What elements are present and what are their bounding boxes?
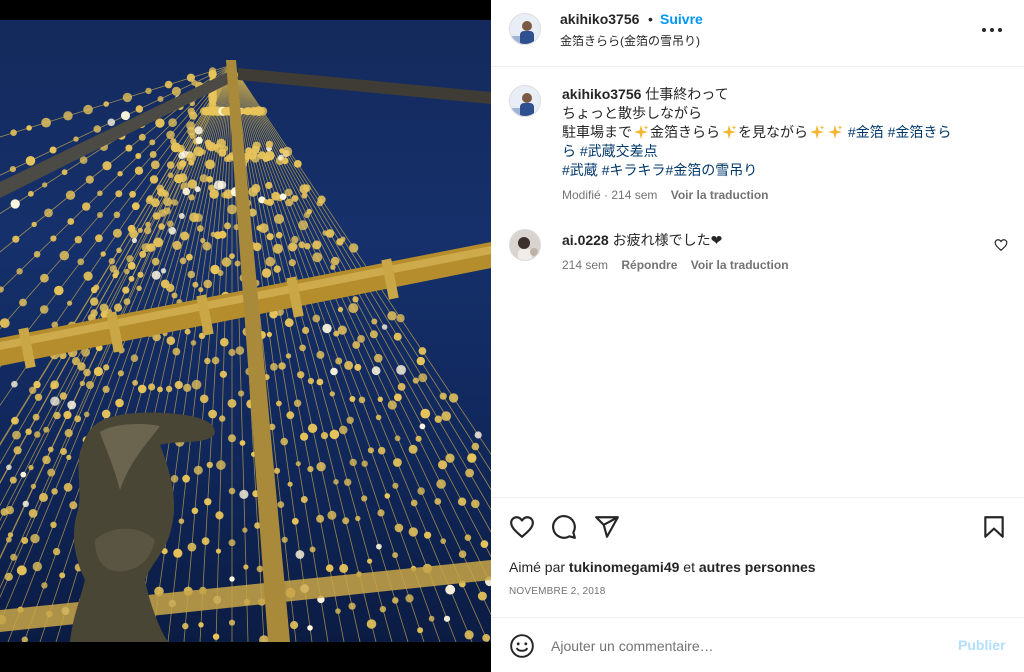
hashtag-link[interactable]: #金箔 <box>848 124 884 140</box>
post-details-panel: akihiko3756 • Suivre 金箔きらら(金箔の雪吊り) akihi… <box>491 0 1024 672</box>
bookmark-icon[interactable] <box>981 514 1007 540</box>
caption-meta: Modifié · 214 sem Voir la traduction <box>562 188 769 202</box>
post-header: akihiko3756 • Suivre 金箔きらら(金箔の雪吊り) <box>491 0 1024 67</box>
hashtag-link[interactable]: #金箔の雪吊り <box>665 162 757 178</box>
sparkles-emoji <box>634 125 649 139</box>
post-actions: Aimé par tukinomegami49 et autres person… <box>491 497 1024 617</box>
comment-input[interactable] <box>551 635 941 657</box>
likes-summary: Aimé par tukinomegami49 et autres person… <box>509 559 816 575</box>
sparkles-emoji <box>722 125 737 139</box>
edited-timestamp: Modifié · 214 sem <box>562 188 658 202</box>
caption-author-avatar[interactable] <box>509 85 541 117</box>
post-caption: akihiko3756 仕事終わって ちょっと散歩しながら 駐車場まで 金箔きらら… <box>562 85 1002 180</box>
caption-text: 金箔きらら <box>650 124 720 140</box>
hashtag-link[interactable]: #キラキラ <box>602 162 666 178</box>
caption-text: を見ながら <box>738 124 808 140</box>
caption-text: ちょっと散歩しながら <box>562 105 702 121</box>
caption-author-username[interactable]: akihiko3756 <box>562 86 641 102</box>
post-location[interactable]: 金箔きらら(金箔の雪吊り) <box>560 32 700 49</box>
instagram-post-modal: akihiko3756 • Suivre 金箔きらら(金箔の雪吊り) akihi… <box>0 0 1024 672</box>
heart-icon[interactable] <box>509 514 535 540</box>
hashtag-link[interactable]: ら <box>562 143 576 159</box>
commenter-username[interactable]: ai.0228 <box>562 232 609 248</box>
comment-like-heart-icon[interactable] <box>994 238 1008 252</box>
hashtag-link[interactable]: #金箔きら <box>888 124 952 140</box>
reply-link[interactable]: Répondre <box>621 258 677 272</box>
paper-plane-icon[interactable] <box>594 514 620 540</box>
publish-button[interactable]: Publier <box>958 637 1005 653</box>
caption-text: 仕事終わって <box>645 86 729 102</box>
commenter-avatar[interactable] <box>509 229 541 261</box>
likes-others-link[interactable]: autres personnes <box>699 559 816 575</box>
sparkles-emoji <box>828 125 843 139</box>
more-options-icon[interactable] <box>982 22 1006 38</box>
hashtag-link[interactable]: #武蔵 <box>562 162 598 178</box>
comment-meta: 214 sem Répondre Voir la traduction <box>562 258 799 272</box>
golden-leaf-snow-rope-photo <box>0 60 491 642</box>
emoji-icon[interactable] <box>509 633 535 659</box>
author-username[interactable]: akihiko3756 <box>560 11 639 27</box>
comment-text: お疲れ様でした❤ <box>612 232 723 248</box>
post-photo[interactable] <box>0 20 491 642</box>
likes-prefix: Aimé par <box>509 559 566 575</box>
see-translation-link[interactable]: Voir la traduction <box>691 258 789 272</box>
liker-username[interactable]: tukinomegami49 <box>569 559 679 575</box>
hashtag-link[interactable]: #武蔵交差点 <box>580 143 658 159</box>
comment-composer: Publier <box>491 617 1024 672</box>
caption-text: 駐車場まで <box>562 124 632 140</box>
follow-button[interactable]: Suivre <box>660 11 703 27</box>
comment: ai.0228 お疲れ様でした❤ <box>562 230 722 250</box>
separator-dot: • <box>648 11 653 27</box>
comment-age: 214 sem <box>562 258 609 272</box>
likes-suffix: et <box>683 559 695 575</box>
post-date[interactable]: NOVEMBRE 2, 2018 <box>509 586 606 597</box>
see-translation-link[interactable]: Voir la traduction <box>671 188 769 202</box>
sparkles-emoji <box>810 125 825 139</box>
comment-icon[interactable] <box>551 514 577 540</box>
author-avatar[interactable] <box>509 13 541 45</box>
